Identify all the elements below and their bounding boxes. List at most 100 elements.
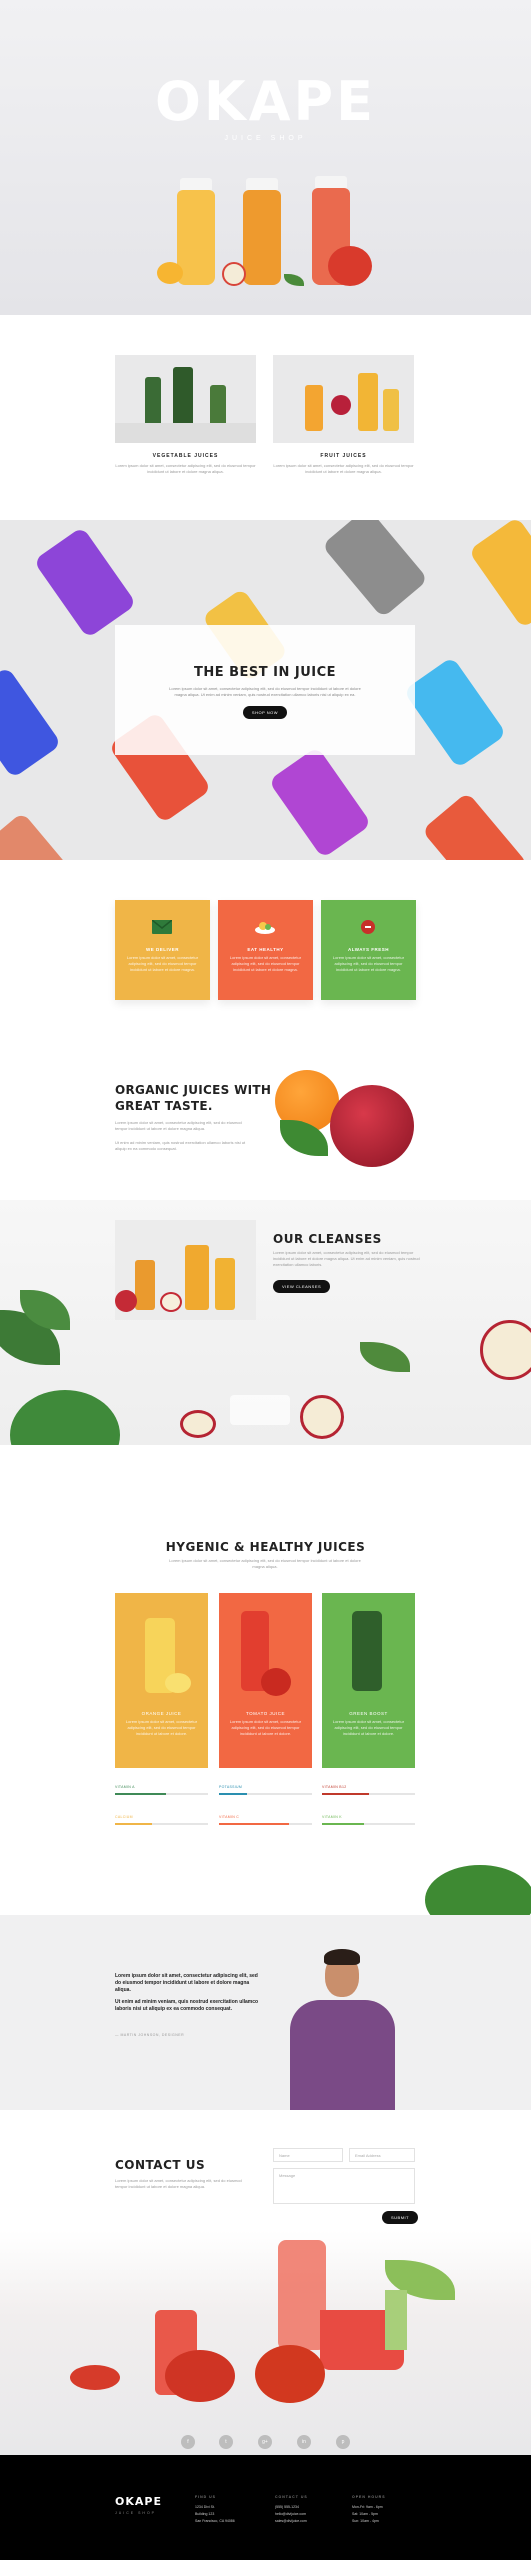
testimonial-quote-2: Ut enim ad minim veniam, quis nostrud ex… <box>115 1999 259 2012</box>
hygenic-section: HYGENIC & HEALTHY JUICES Lorem ipsum dol… <box>0 1445 531 1915</box>
view-cleanses-button[interactable]: VIEW CLEANSES <box>273 1280 331 1293</box>
pinterest-icon[interactable]: p <box>336 2435 350 2449</box>
nutrient-bar-label: CALCIUM <box>115 1815 133 1819</box>
apple-half-image <box>300 1395 344 1439</box>
nutrient-bar-fill <box>115 1823 153 1825</box>
footer-hours-title: OPEN HOURS <box>352 2495 386 2499</box>
best-in-juice-text: Lorem ipsum dolor sit amet, consectetur … <box>169 686 361 697</box>
message-field[interactable]: Message <box>273 2168 415 2204</box>
always-fresh-card: ALWAYS FRESH Lorem ipsum dolor sit amet,… <box>321 900 416 1000</box>
tomato-juice-name: TOMATO JUICE <box>245 1711 285 1716</box>
mint-sprig-image <box>360 1342 410 1372</box>
organic-text-2: Ut enim ad minim veniam, quis nostrud ex… <box>115 1140 246 1151</box>
hygenic-title: HYGENIC & HEALTHY JUICES <box>165 1540 366 1554</box>
orange-juice-name: ORANGE JUICE <box>141 1711 182 1716</box>
organic-section: ORGANIC JUICES WITH GREAT TASTE. Lorem i… <box>0 1060 531 1200</box>
footer-contact-line[interactable]: sales@divijuice.com <box>275 2518 345 2525</box>
footer-hours-line: Sat: 10am - 5pm <box>352 2512 378 2516</box>
fruit-juices-card[interactable]: FRUIT JUICES Lorem ipsum dolor sit amet,… <box>273 355 414 475</box>
nutrient-bar-fill <box>322 1793 369 1795</box>
footer-find-us-title: FIND US <box>195 2495 216 2499</box>
footer-find-us-line: Building 123 <box>195 2512 215 2516</box>
orange-slice-image <box>157 262 183 284</box>
footer-hours-line: Mon-Fri: 9am - 6pm <box>352 2505 383 2509</box>
brand-subtitle: JUICE SHOP <box>224 135 307 142</box>
green-boost-card[interactable]: GREEN BOOST Lorem ipsum dolor sit amet, … <box>322 1593 415 1768</box>
fruit-icon <box>358 920 378 934</box>
organic-text-1: Lorem ipsum dolor sit amet, consectetur … <box>115 1120 242 1131</box>
eat-healthy-text: Lorem ipsum dolor sit amet, consectetur … <box>229 955 302 972</box>
always-fresh-text: Lorem ipsum dolor sit amet, consectetur … <box>332 955 405 972</box>
footer-find-us-line: San Francisco, CA 94086 <box>195 2519 235 2523</box>
green-boost-bottle-image <box>352 1611 382 1691</box>
ice-cubes-image <box>230 1395 290 1425</box>
testimonial-author: — MARTIN JOHNSON, DESIGNER <box>115 2033 185 2037</box>
footer-hours: OPEN HOURS Mon-Fri: 9am - 6pm Sat: 10am … <box>352 2495 422 2525</box>
testimonial-section: Lorem ipsum dolor sit amet, consectetur … <box>0 1915 531 2110</box>
apple-slice-image-2 <box>480 1320 531 1380</box>
tomato-juice-card[interactable]: TOMATO JUICE Lorem ipsum dolor sit amet,… <box>219 1593 312 1768</box>
hygenic-text: Lorem ipsum dolor sit amet, consectetur … <box>169 1558 361 1569</box>
footer-find-us-line: 1234 Divi St. <box>195 2505 215 2509</box>
features-section: WE DELIVER Lorem ipsum dolor sit amet, c… <box>0 860 531 1060</box>
fruit-juices-title: FRUIT JUICES <box>320 453 367 459</box>
footer-find-us: FIND US 1234 Divi St. Building 123 San F… <box>195 2495 265 2525</box>
footer-contact: CONTACT US (555) 555-1234 hello@divijuic… <box>275 2495 345 2525</box>
brand-title: OKAPE <box>154 70 376 133</box>
vegetable-juices-image <box>115 355 256 443</box>
we-deliver-card: WE DELIVER Lorem ipsum dolor sit amet, c… <box>115 900 210 1000</box>
nutrient-bar-label: VITAMIN B12 <box>322 1785 347 1789</box>
google-plus-icon[interactable]: g+ <box>258 2435 272 2449</box>
nutrient-bar-fill <box>219 1823 289 1825</box>
organic-title: ORGANIC JUICES WITH GREAT TASTE. <box>115 1083 272 1113</box>
nutrient-bar-fill <box>322 1823 364 1825</box>
green-boost-text: Lorem ipsum dolor sit amet, consectetur … <box>332 1719 405 1736</box>
twitter-icon[interactable]: t <box>219 2435 233 2449</box>
apple-slice-image <box>222 262 246 286</box>
always-fresh-title: ALWAYS FRESH <box>347 947 390 952</box>
fruit-juices-image <box>273 355 414 443</box>
best-in-juice-section: THE BEST IN JUICE Lorem ipsum dolor sit … <box>0 520 531 860</box>
tomato-juice-text: Lorem ipsum dolor sit amet, consectetur … <box>229 1719 302 1736</box>
orange-juice-card[interactable]: ORANGE JUICE Lorem ipsum dolor sit amet,… <box>115 1593 208 1768</box>
vegetable-juices-card[interactable]: VEGETABLE JUICES Lorem ipsum dolor sit a… <box>115 355 256 475</box>
best-in-juice-box: THE BEST IN JUICE Lorem ipsum dolor sit … <box>115 625 415 755</box>
linkedin-icon[interactable]: in <box>297 2435 311 2449</box>
nutrient-bar-label: VITAMIN A <box>115 1785 135 1789</box>
footer-contact-title: CONTACT US <box>275 2495 308 2499</box>
we-deliver-title: WE DELIVER <box>145 947 179 952</box>
nutrient-bar-fill <box>115 1793 167 1795</box>
footer-contact-line[interactable]: (555) 555-1234 <box>275 2504 345 2511</box>
nutrient-bar-label: VITAMIN K <box>322 1815 342 1819</box>
eat-healthy-card: EAT HEALTHY Lorem ipsum dolor sit amet, … <box>218 900 313 1000</box>
footer-contact-line[interactable]: hello@divijuice.com <box>275 2511 345 2518</box>
nutrient-bar-label: VITAMIN C <box>219 1815 240 1819</box>
green-boost-name: GREEN BOOST <box>349 1711 388 1716</box>
footer-logo[interactable]: OKAPE <box>115 2495 162 2508</box>
orange-juice-text: Lorem ipsum dolor sit amet, consectetur … <box>125 1719 198 1736</box>
name-field[interactable]: Name <box>273 2148 343 2162</box>
shop-now-button[interactable]: SHOP NOW <box>242 706 288 719</box>
we-deliver-text: Lorem ipsum dolor sit amet, consectetur … <box>126 955 199 972</box>
tomato-image-2 <box>261 1668 291 1696</box>
cleanses-text: Lorem ipsum dolor sit amet, consectetur … <box>273 1250 420 1267</box>
nutrient-bar-fill <box>219 1793 247 1795</box>
facebook-icon[interactable]: f <box>181 2435 195 2449</box>
contact-section: CONTACT US Lorem ipsum dolor sit amet, c… <box>0 2110 531 2455</box>
spinach-image <box>10 1390 120 1445</box>
footer: OKAPE JUICE SHOP FIND US 1234 Divi St. B… <box>0 2455 531 2560</box>
best-in-juice-title: THE BEST IN JUICE <box>193 665 337 680</box>
apple-image <box>330 1085 414 1167</box>
footer-hours-line: Sun: 10am - 4pm <box>352 2519 379 2523</box>
vegetable-juices-text: Lorem ipsum dolor sit amet, consectetur … <box>115 463 256 474</box>
contact-title: CONTACT US <box>115 2158 206 2172</box>
footer-logo-subtitle: JUICE SHOP <box>115 2511 157 2515</box>
email-field[interactable]: Email Address <box>349 2148 415 2162</box>
nutrient-bar-label: POTASSIUM <box>219 1785 243 1789</box>
lemon-image <box>165 1673 191 1693</box>
hero-section: OKAPE JUICE SHOP <box>0 0 531 315</box>
eat-healthy-title: EAT HEALTHY <box>247 947 284 952</box>
cleanses-title: OUR CLEANSES <box>273 1232 382 1246</box>
submit-button[interactable]: SUBMIT <box>382 2211 419 2224</box>
leaf-image <box>284 274 304 286</box>
